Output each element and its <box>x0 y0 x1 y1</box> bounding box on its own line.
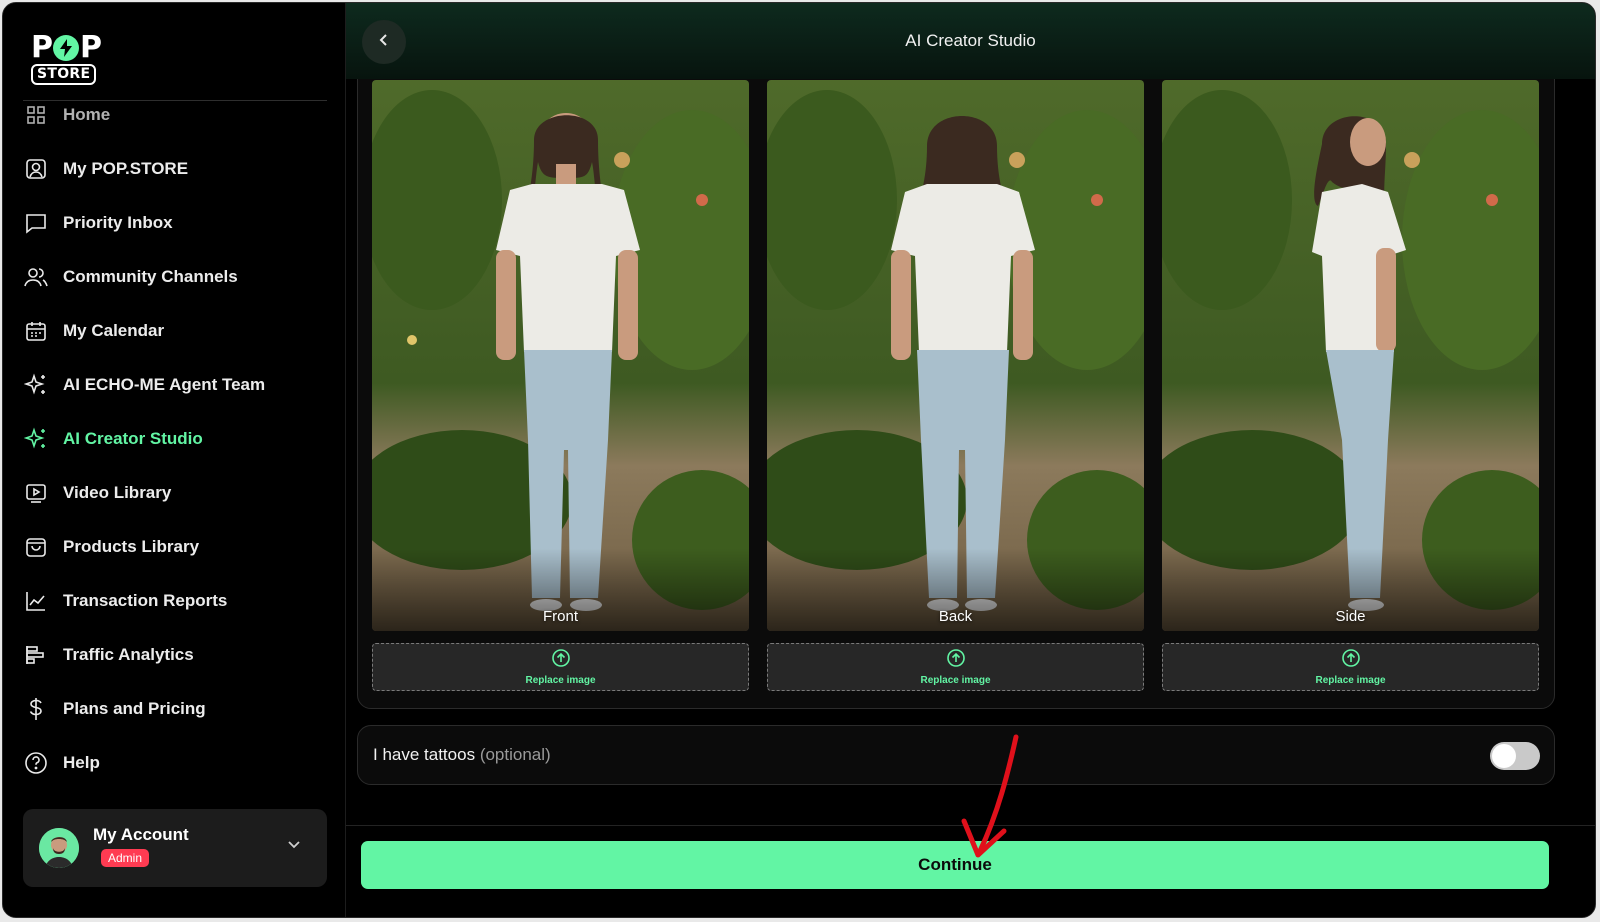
chart-line-icon <box>23 588 49 614</box>
photo-side: Side <box>1162 80 1539 631</box>
tattoos-toggle[interactable] <box>1490 742 1540 770</box>
calendar-icon <box>23 318 49 344</box>
bar-chart-icon <box>23 642 49 668</box>
sidebar-item-home[interactable]: Home <box>23 101 323 135</box>
replace-image-button[interactable]: Replace image <box>1162 643 1539 691</box>
sidebar-item-my-pop-store[interactable]: My POP.STORE <box>23 149 323 189</box>
upload-icon <box>1341 648 1360 672</box>
tattoos-label: I have tattoos <box>373 745 476 764</box>
photo-slot-side: Side Replace image <box>1162 79 1539 691</box>
sparkles-icon <box>23 372 49 398</box>
photos-card: Front Replace image Back Replace image S… <box>357 79 1555 709</box>
photo-label: Front <box>542 608 578 625</box>
photo-front: Front <box>372 80 749 631</box>
toggle-knob <box>1492 744 1516 768</box>
bolt-icon <box>53 35 79 61</box>
replace-image-button[interactable]: Replace image <box>767 643 1144 691</box>
message-icon <box>23 210 49 236</box>
sidebar-item-ai-creator-studio[interactable]: AI Creator Studio <box>23 419 323 459</box>
users-icon <box>23 264 49 290</box>
dollar-icon <box>23 696 49 722</box>
sidebar-item-traffic-analytics[interactable]: Traffic Analytics <box>23 635 323 675</box>
sidebar-item-community-channels[interactable]: Community Channels <box>23 257 323 297</box>
continue-button[interactable]: Continue <box>361 841 1549 889</box>
sidebar-item-transaction-reports[interactable]: Transaction Reports <box>23 581 323 621</box>
photo-slot-back: Back Replace image <box>767 79 1144 691</box>
page-title: AI Creator Studio <box>905 31 1036 50</box>
avatar <box>39 828 79 868</box>
photo-label: Back <box>938 608 973 625</box>
user-square-icon <box>23 156 49 182</box>
sidebar-item-products-library[interactable]: Products Library <box>23 527 323 567</box>
optional-hint: (optional) <box>479 745 551 764</box>
sidebar: P P STORE Home My POP.STORE Priority Inb… <box>3 3 346 917</box>
upload-icon <box>551 648 570 672</box>
help-circle-icon <box>23 750 49 776</box>
home-icon <box>23 102 49 128</box>
photo-back: Back <box>767 80 1144 631</box>
shopping-bag-icon <box>23 534 49 560</box>
app-window: P P STORE Home My POP.STORE Priority Inb… <box>2 2 1596 918</box>
account-name: My Account <box>93 825 189 844</box>
sparkles-icon <box>23 426 49 452</box>
content-area: Front Replace image Back Replace image S… <box>346 79 1595 825</box>
upload-icon <box>946 648 965 672</box>
sidebar-item-ai-echo-me[interactable]: AI ECHO-ME Agent Team <box>23 365 323 405</box>
top-bar: AI Creator Studio <box>346 3 1595 79</box>
photo-label: Side <box>1335 608 1366 625</box>
sidebar-item-my-calendar[interactable]: My Calendar <box>23 311 323 351</box>
tattoos-option: I have tattoos (optional) <box>357 725 1555 785</box>
sidebar-item-help[interactable]: Help <box>23 743 323 783</box>
pop-store-logo[interactable]: P P STORE <box>31 33 111 85</box>
sidebar-item-plans-and-pricing[interactable]: Plans and Pricing <box>23 689 323 729</box>
chevron-down-icon[interactable] <box>287 837 301 856</box>
replace-image-button[interactable]: Replace image <box>372 643 749 691</box>
sidebar-nav: Home My POP.STORE Priority Inbox Communi… <box>3 101 346 807</box>
annotation-arrow-icon <box>961 734 1019 858</box>
photo-slot-front: Front Replace image <box>372 79 749 691</box>
role-badge: Admin <box>101 849 150 867</box>
account-menu[interactable]: My Account Admin <box>23 809 327 887</box>
sidebar-item-priority-inbox[interactable]: Priority Inbox <box>23 203 323 243</box>
sidebar-item-video-library[interactable]: Video Library <box>23 473 323 513</box>
video-icon <box>23 480 49 506</box>
